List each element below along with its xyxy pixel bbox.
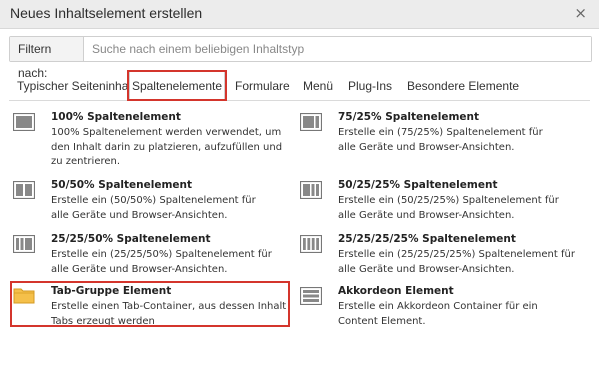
element-description: Erstelle ein (25/25/25/25%) Spalteneleme… bbox=[338, 249, 575, 275]
tab-formulare[interactable]: Formulare bbox=[235, 70, 290, 100]
element-title: 100% Spaltenelement bbox=[51, 111, 181, 123]
element-description: Erstelle ein (50/50%) Spaltenelement für… bbox=[51, 195, 256, 221]
close-icon[interactable]: × bbox=[574, 4, 587, 22]
element-tab-group[interactable]: Tab-Gruppe Element Erstelle einen Tab-Co… bbox=[13, 285, 288, 327]
element-25-25-50[interactable]: 25/25/50% Spaltenelement Erstelle ein (2… bbox=[13, 233, 293, 278]
element-75-25[interactable]: 75/25% Spaltenelement Erstelle ein (75/2… bbox=[300, 111, 580, 156]
new-content-element-dialog: Neues Inhaltselement erstellen × Filtern… bbox=[0, 0, 599, 375]
tab-besondere-elemente[interactable]: Besondere Elemente bbox=[407, 70, 519, 100]
dialog-title: Neues Inhaltselement erstellen bbox=[10, 5, 203, 21]
filter-label: Filtern nach: bbox=[10, 37, 84, 80]
element-accordion[interactable]: Akkordeon Element Erstelle ein Akkordeon… bbox=[300, 285, 580, 330]
column-25x4-icon bbox=[300, 235, 322, 253]
element-100-percent[interactable]: 100% Spaltenelement 100% Spaltenelement … bbox=[13, 111, 293, 167]
filter-bar: Filtern nach: bbox=[9, 36, 592, 80]
column-75-25-icon bbox=[300, 113, 322, 131]
tab-menue[interactable]: Menü bbox=[303, 70, 333, 100]
folder-icon bbox=[13, 288, 35, 304]
search-input[interactable] bbox=[84, 37, 591, 61]
element-25-25-25-25[interactable]: 25/25/25/25% Spaltenelement Erstelle ein… bbox=[300, 233, 580, 278]
element-title: Tab-Gruppe Element bbox=[51, 285, 172, 297]
element-title: 25/25/50% Spaltenelement bbox=[51, 233, 211, 245]
element-title: 50/25/25% Spaltenelement bbox=[338, 179, 498, 191]
column-50-25-25-icon bbox=[300, 181, 322, 199]
element-title: Akkordeon Element bbox=[338, 285, 454, 297]
column-25-25-50-icon bbox=[13, 235, 35, 253]
dialog-titlebar: Neues Inhaltselement erstellen × bbox=[0, 0, 599, 29]
tab-spaltenelemente[interactable]: Spaltenelemente bbox=[129, 70, 225, 100]
element-description: Erstelle ein (25/25/50%) Spaltenelement … bbox=[51, 249, 272, 275]
element-description: Erstelle ein (50/25/25%) Spaltenelement … bbox=[338, 195, 559, 221]
element-description: Erstelle einen Tab-Container, aus dessen… bbox=[51, 301, 287, 327]
tab-bar: Typischer Seiteninhalt Spaltenelemente F… bbox=[9, 70, 590, 101]
element-title: 50/50% Spaltenelement bbox=[51, 179, 193, 191]
column-50-50-icon bbox=[13, 181, 35, 199]
element-title: 75/25% Spaltenelement bbox=[338, 111, 480, 123]
element-description: 100% Spaltenelement werden verwendet, um… bbox=[51, 127, 283, 167]
element-description: Erstelle ein Akkordeon Container für ein… bbox=[338, 301, 538, 327]
column-100-icon bbox=[13, 113, 35, 131]
element-title: 25/25/25/25% Spaltenelement bbox=[338, 233, 516, 245]
tab-plug-ins[interactable]: Plug-Ins bbox=[348, 70, 392, 100]
element-50-50[interactable]: 50/50% Spaltenelement Erstelle ein (50/5… bbox=[13, 179, 293, 224]
tab-typischer-seiteninhalt[interactable]: Typischer Seiteninhalt bbox=[17, 70, 134, 100]
element-50-25-25[interactable]: 50/25/25% Spaltenelement Erstelle ein (5… bbox=[300, 179, 580, 224]
element-description: Erstelle ein (75/25%) Spaltenelement für… bbox=[338, 127, 543, 153]
accordion-icon bbox=[300, 287, 322, 305]
